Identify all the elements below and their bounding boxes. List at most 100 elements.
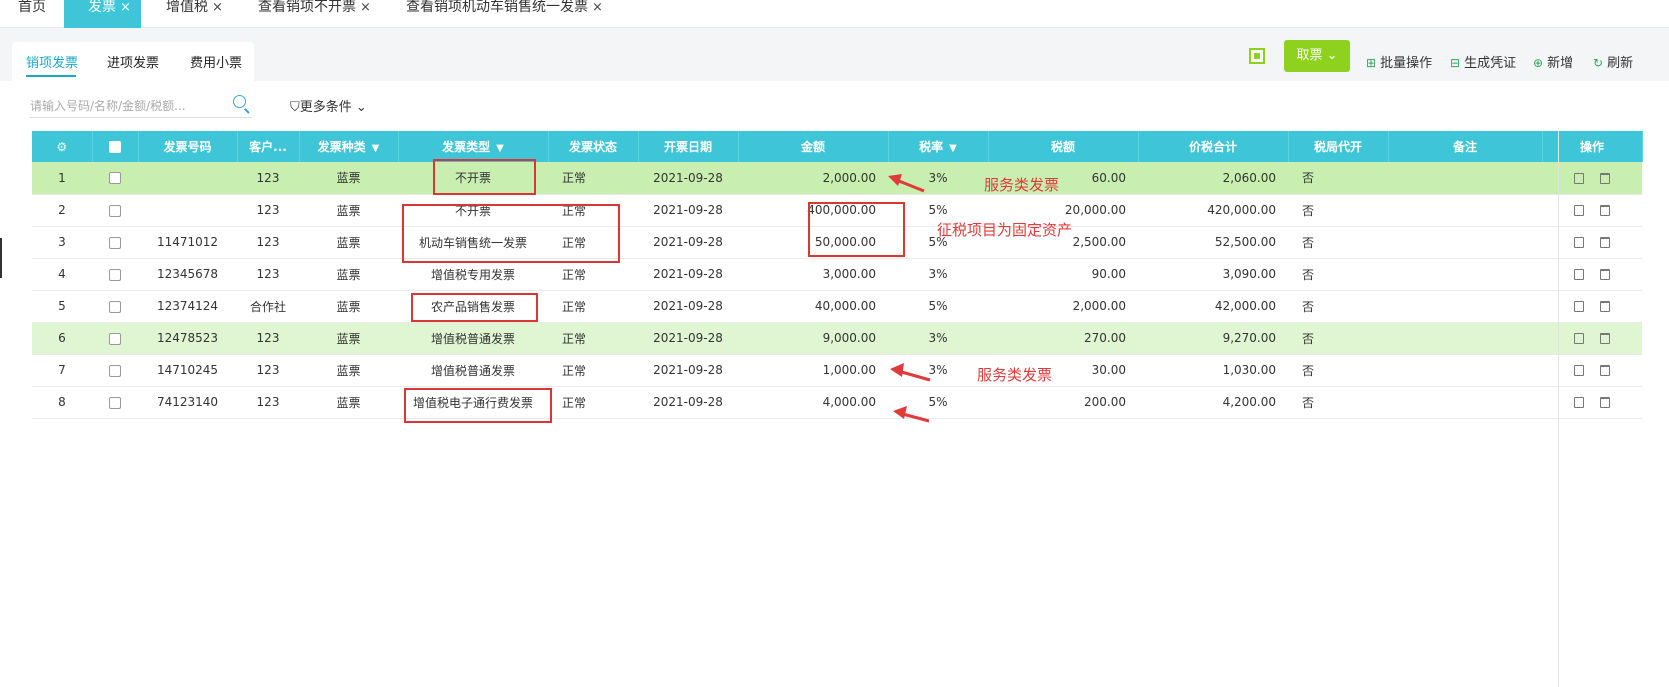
invoice-status: 正常 — [548, 290, 638, 323]
row-actions[interactable] — [1542, 322, 1642, 355]
row-checkbox[interactable] — [109, 172, 121, 185]
col-customer[interactable]: 客户... — [237, 131, 300, 162]
qrcode-icon[interactable] — [1249, 48, 1265, 64]
trash-icon[interactable] — [1600, 365, 1610, 376]
row-checkbox[interactable] — [109, 204, 121, 217]
amount: 2,000.00 — [738, 162, 888, 195]
row-checkbox-cell[interactable] — [92, 258, 138, 291]
col-tax[interactable]: 税额 — [988, 131, 1139, 162]
tab-home[interactable]: 首页 — [18, 0, 46, 28]
table-row[interactable]: 6 12478523 123 蓝票 增值税普通发票 正常 2021-09-28 9,000.0… — [32, 322, 1642, 355]
gear-icon[interactable]: ⚙ — [56, 140, 67, 154]
invoice-date: 2021-09-28 — [638, 194, 738, 227]
trash-icon[interactable] — [1600, 333, 1610, 344]
search-input[interactable]: 请输入号码/名称/金额/税额... — [30, 92, 252, 118]
row-actions[interactable] — [1542, 290, 1642, 323]
row-actions[interactable] — [1542, 258, 1642, 291]
row-actions[interactable] — [1542, 194, 1642, 227]
trash-icon[interactable] — [1600, 397, 1610, 408]
table-row[interactable]: 4 12345678 123 蓝票 增值税专用发票 正常 2021-09-28 3,000.0… — [32, 258, 1642, 291]
row-checkbox[interactable] — [109, 236, 121, 249]
amount: 9,000.00 — [738, 322, 888, 355]
row-actions[interactable] — [1542, 354, 1642, 387]
table-row[interactable]: 5 12374124 合作社 蓝票 农产品销售发票 正常 2021-09-28 40,000.… — [32, 290, 1642, 323]
tab-sales-invoice[interactable]: 销项发票 — [26, 52, 78, 71]
trash-icon[interactable] — [1600, 172, 1610, 184]
row-checkbox-cell[interactable] — [92, 290, 138, 323]
col-rate[interactable]: 税率 ▼ — [888, 131, 989, 162]
generate-voucher-button[interactable]: ⊟ 生成凭证 — [1450, 52, 1516, 71]
row-actions[interactable] — [1542, 386, 1642, 419]
customer: 123 — [237, 258, 299, 291]
view-icon[interactable] — [1574, 333, 1584, 344]
table-row[interactable]: 1 123 蓝票 不开票 正常 2021-09-28 2,000.00 3% 60.00 2,06… — [32, 162, 1642, 195]
filter-icon[interactable]: ▼ — [496, 143, 504, 154]
annotation-note: 征税项目为固定资产 — [937, 221, 1073, 239]
filter-icon[interactable]: ▼ — [372, 143, 380, 154]
settings-icon-header[interactable]: ⚙ — [32, 131, 93, 162]
view-icon[interactable] — [1574, 172, 1584, 184]
row-checkbox-cell[interactable] — [92, 194, 138, 227]
trash-icon[interactable] — [1600, 301, 1610, 312]
row-index: 2 — [32, 194, 92, 227]
col-date[interactable]: 开票日期 — [638, 131, 739, 162]
invoice-number — [138, 162, 237, 195]
customer: 123 — [237, 226, 299, 259]
view-icon[interactable] — [1574, 397, 1584, 408]
view-icon[interactable] — [1574, 365, 1584, 376]
row-checkbox-cell[interactable] — [92, 354, 138, 387]
search-icon[interactable] — [233, 95, 246, 108]
tab-vehicle-invoice[interactable]: 查看销项机动车销售统一发票 × — [406, 0, 603, 28]
row-actions[interactable] — [1542, 226, 1642, 259]
tab-sales-no-invoice[interactable]: 查看销项不开票 × — [258, 0, 371, 28]
close-icon[interactable]: × — [592, 0, 603, 15]
tab-vat[interactable]: 增值税 × — [166, 0, 223, 28]
col-status[interactable]: 发票状态 — [548, 131, 639, 162]
invoice-kind: 蓝票 — [299, 258, 398, 291]
total-amount: 4,200.00 — [1138, 386, 1288, 419]
refresh-button[interactable]: ↻ 刷新 — [1593, 52, 1633, 71]
trash-icon[interactable] — [1600, 237, 1610, 248]
trash-icon[interactable] — [1600, 205, 1610, 216]
select-all-checkbox[interactable] — [109, 141, 121, 153]
more-conditions-button[interactable]: ⛉更多条件 ⌄ — [290, 96, 367, 115]
row-checkbox[interactable] — [109, 268, 121, 281]
col-amount[interactable]: 金额 — [738, 131, 889, 162]
batch-operation-button[interactable]: ⊞ 批量操作 — [1366, 52, 1432, 71]
col-remark[interactable]: 备注 — [1388, 131, 1543, 162]
row-checkbox[interactable] — [109, 396, 121, 409]
customer: 123 — [237, 194, 299, 227]
col-invoice-type[interactable]: 发票类型 ▼ — [398, 131, 549, 162]
view-icon[interactable] — [1574, 205, 1584, 216]
close-icon[interactable]: × — [212, 0, 223, 15]
col-agent[interactable]: 税局代开 — [1288, 131, 1389, 162]
tab-invoice[interactable]: 发票 × — [64, 0, 141, 28]
close-icon[interactable]: × — [120, 0, 131, 15]
tax-amount: 90.00 — [988, 258, 1138, 291]
row-checkbox-cell[interactable] — [92, 226, 138, 259]
tab-expense-receipt[interactable]: 费用小票 — [190, 52, 242, 71]
select-all-header[interactable] — [92, 131, 139, 162]
filter-icon[interactable]: ▼ — [949, 143, 957, 154]
col-total[interactable]: 价税合计 — [1138, 131, 1289, 162]
close-icon[interactable]: × — [360, 0, 371, 15]
col-invoice-number[interactable]: 发票号码 — [138, 131, 238, 162]
add-button[interactable]: ⊕ 新增 — [1533, 52, 1573, 71]
row-checkbox-cell[interactable] — [92, 322, 138, 355]
view-icon[interactable] — [1574, 269, 1584, 280]
row-checkbox[interactable] — [109, 300, 121, 313]
tab-purchase-invoice[interactable]: 进项发票 — [107, 52, 159, 71]
col-invoice-kind[interactable]: 发票种类 ▼ — [299, 131, 399, 162]
row-checkbox[interactable] — [109, 364, 121, 377]
view-icon[interactable] — [1574, 237, 1584, 248]
row-actions[interactable] — [1542, 162, 1642, 195]
get-invoice-button[interactable]: 取票 ⌄ — [1284, 40, 1350, 72]
row-checkbox-cell[interactable] — [92, 386, 138, 419]
row-checkbox-cell[interactable] — [92, 162, 138, 195]
table-row[interactable]: 8 74123140 123 蓝票 增值税电子通行费发票 正常 2021-09-28 4,00… — [32, 386, 1642, 419]
annotation-box — [411, 293, 538, 322]
table-row[interactable]: 7 14710245 123 蓝票 增值税普通发票 正常 2021-09-28 1,000.0… — [32, 354, 1642, 387]
view-icon[interactable] — [1574, 301, 1584, 312]
row-checkbox[interactable] — [109, 332, 121, 345]
trash-icon[interactable] — [1600, 269, 1610, 280]
